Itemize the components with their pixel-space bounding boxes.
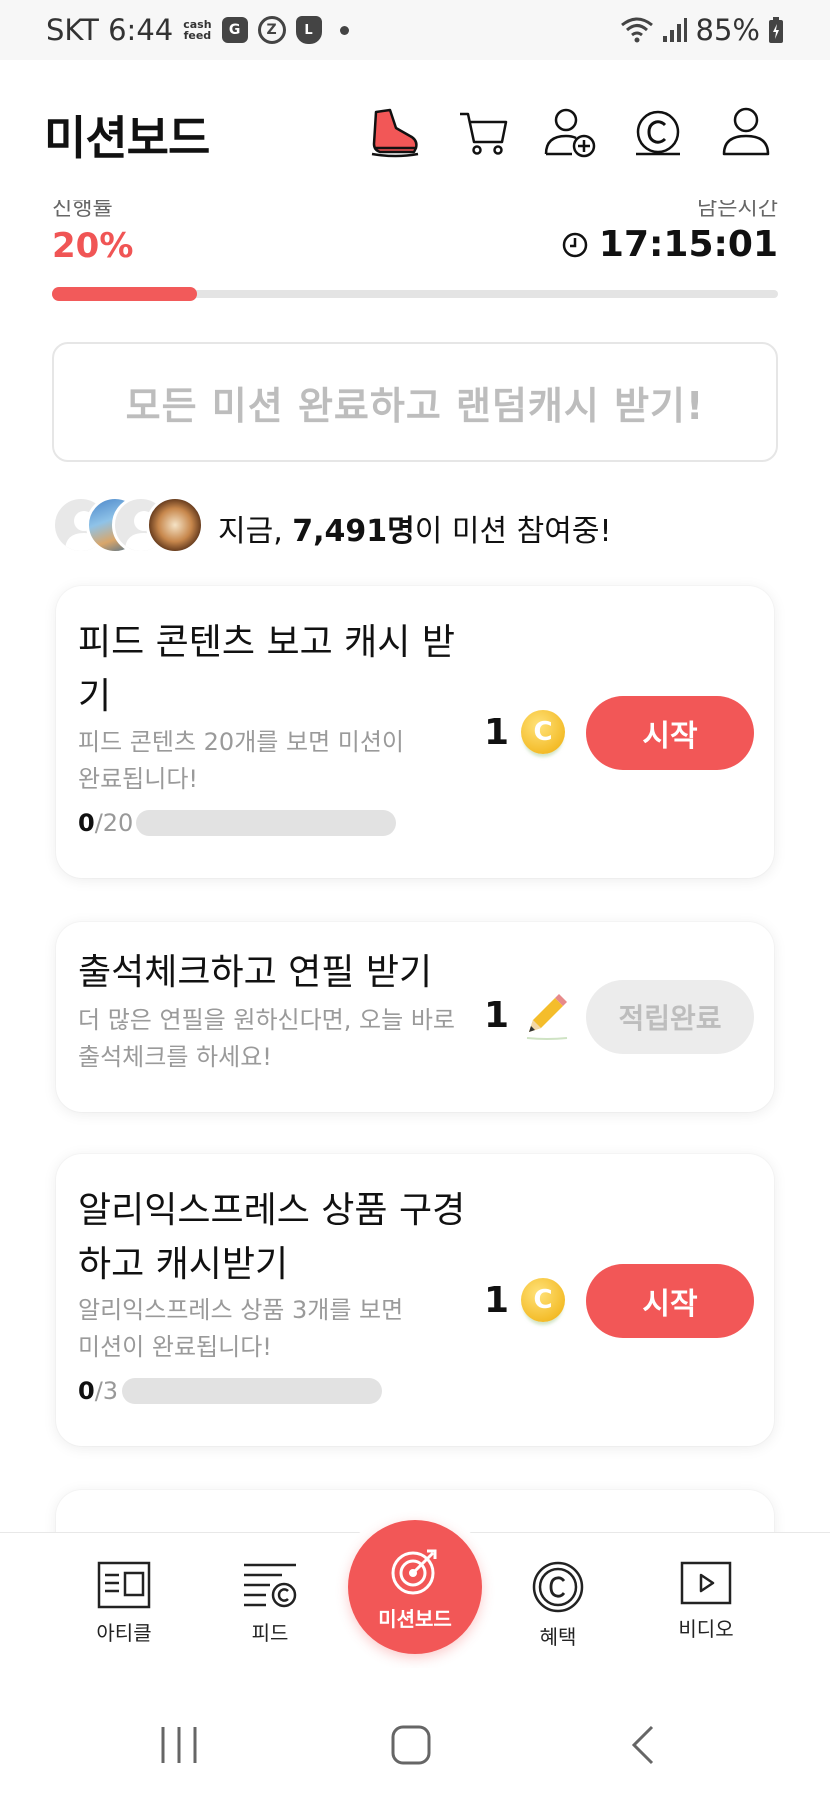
start-button[interactable]: 시작 [586, 696, 754, 770]
avatar [146, 496, 204, 554]
remaining-time-label: 남은시간 [697, 200, 778, 221]
nav-missionboard[interactable]: 미션보드 [348, 1520, 482, 1654]
nav-benefits[interactable]: 혜택 [498, 1561, 618, 1650]
mission-progress-count: 0/3 [78, 1377, 119, 1405]
mission-progress-bar [122, 1378, 382, 1404]
progress-bar-fill [52, 287, 198, 301]
recent-apps-icon[interactable] [158, 1724, 200, 1766]
timer-value: 17:15:01 [598, 224, 778, 265]
mission-title: 알리익스프레스 상품 구경하고 캐시받기 [78, 1190, 466, 1285]
sneaker-icon[interactable] [366, 104, 422, 160]
page-title: 미션보드 [44, 111, 210, 165]
signal-icon [662, 18, 687, 42]
nav-article[interactable]: 아티클 [64, 1561, 184, 1646]
feed-icon [244, 1563, 297, 1608]
status-time: SKT 6:44 [46, 13, 174, 47]
coin-icon: C [521, 1278, 566, 1322]
target-icon [391, 1549, 437, 1594]
mission-title: 출석체크하고 연필 받기 [78, 952, 433, 993]
nav-article-label: 아티클 [96, 1621, 152, 1645]
mission-description: 피드 콘텐츠 20개를 보면 미션이 완료됩니다! [78, 728, 405, 793]
z-notification-icon: Z [257, 16, 286, 44]
mission-title: 피드 콘텐츠 보고 캐시 받기 [78, 622, 455, 717]
mission-card-attendance: 출석체크하고 연필 받기 더 많은 연필을 원하신다면, 오늘 바로 출석체크를… [56, 922, 774, 1112]
progress-label: 진행률 [52, 200, 113, 221]
mission-progress-bar [136, 810, 396, 836]
nav-feed[interactable]: 피드 [210, 1561, 330, 1646]
video-icon [680, 1561, 732, 1605]
participants-text: 지금, 7,491명이 미션 참여중! [218, 514, 612, 549]
mission-description: 알리익스프레스 상품 3개를 보면 미션이 완료됩니다! [78, 1296, 404, 1361]
participants-row: 지금, 7,491명이 미션 참여중! [52, 492, 778, 558]
nav-benefits-label: 혜택 [539, 1625, 577, 1649]
benefits-coin-icon [532, 1561, 584, 1613]
profile-icon[interactable] [718, 104, 774, 160]
mission-reward: 1 C [484, 1278, 566, 1322]
mission-reward: 1 C [484, 710, 566, 754]
system-navigation-bar [0, 1668, 830, 1798]
battery-percent: 85% [695, 13, 760, 47]
mission-reward: 1 [484, 990, 571, 1040]
reward-amount: 1 [484, 1279, 510, 1321]
reward-amount: 1 [484, 994, 510, 1036]
cashfeed-notification-icon: cash feed [183, 18, 212, 42]
nav-video-label: 비디오 [678, 1617, 734, 1641]
coin-icon: C [521, 710, 566, 754]
g-notification-icon: G [221, 17, 248, 43]
mission-card-feed: 피드 콘텐츠 보고 캐시 받기 피드 콘텐츠 20개를 보면 미션이 완료됩니다… [56, 586, 774, 878]
home-icon[interactable] [390, 1724, 432, 1766]
wifi-icon [620, 17, 653, 43]
timer: 17:15:01 [561, 224, 778, 265]
random-cash-banner[interactable]: 모든 미션 완료하고 랜덤캐시 받기! [52, 342, 778, 462]
reward-amount: 1 [484, 711, 510, 753]
article-icon [97, 1561, 151, 1609]
pencil-icon [526, 994, 568, 1040]
cash-coin-icon[interactable] [630, 104, 686, 160]
nav-feed-label: 피드 [251, 1621, 289, 1645]
app-header: 미션보드 [0, 60, 830, 200]
back-icon[interactable] [628, 1724, 658, 1766]
completed-button[interactable]: 적립완료 [586, 980, 754, 1054]
mission-progress-count: 0/20 [78, 809, 134, 837]
l-notification-icon: L [295, 16, 322, 44]
nav-video[interactable]: 비디오 [646, 1561, 766, 1642]
add-friend-icon[interactable] [542, 104, 598, 160]
more-notifications-icon [339, 25, 349, 35]
status-bar: SKT 6:44 cash feed G Z L 85% [0, 0, 830, 60]
cart-icon[interactable] [456, 104, 512, 160]
mission-description: 더 많은 연필을 원하신다면, 오늘 바로 출석체크를 하세요! [78, 1006, 455, 1071]
mission-card-aliexpress: 알리익스프레스 상품 구경하고 캐시받기 알리익스프레스 상품 3개를 보면 미… [56, 1154, 774, 1446]
clock-icon [562, 232, 588, 257]
nav-missionboard-label: 미션보드 [378, 1606, 452, 1631]
progress-percent: 20% [52, 226, 134, 266]
battery-icon [769, 17, 783, 43]
start-button[interactable]: 시작 [586, 1264, 754, 1338]
progress-bar [52, 287, 778, 301]
